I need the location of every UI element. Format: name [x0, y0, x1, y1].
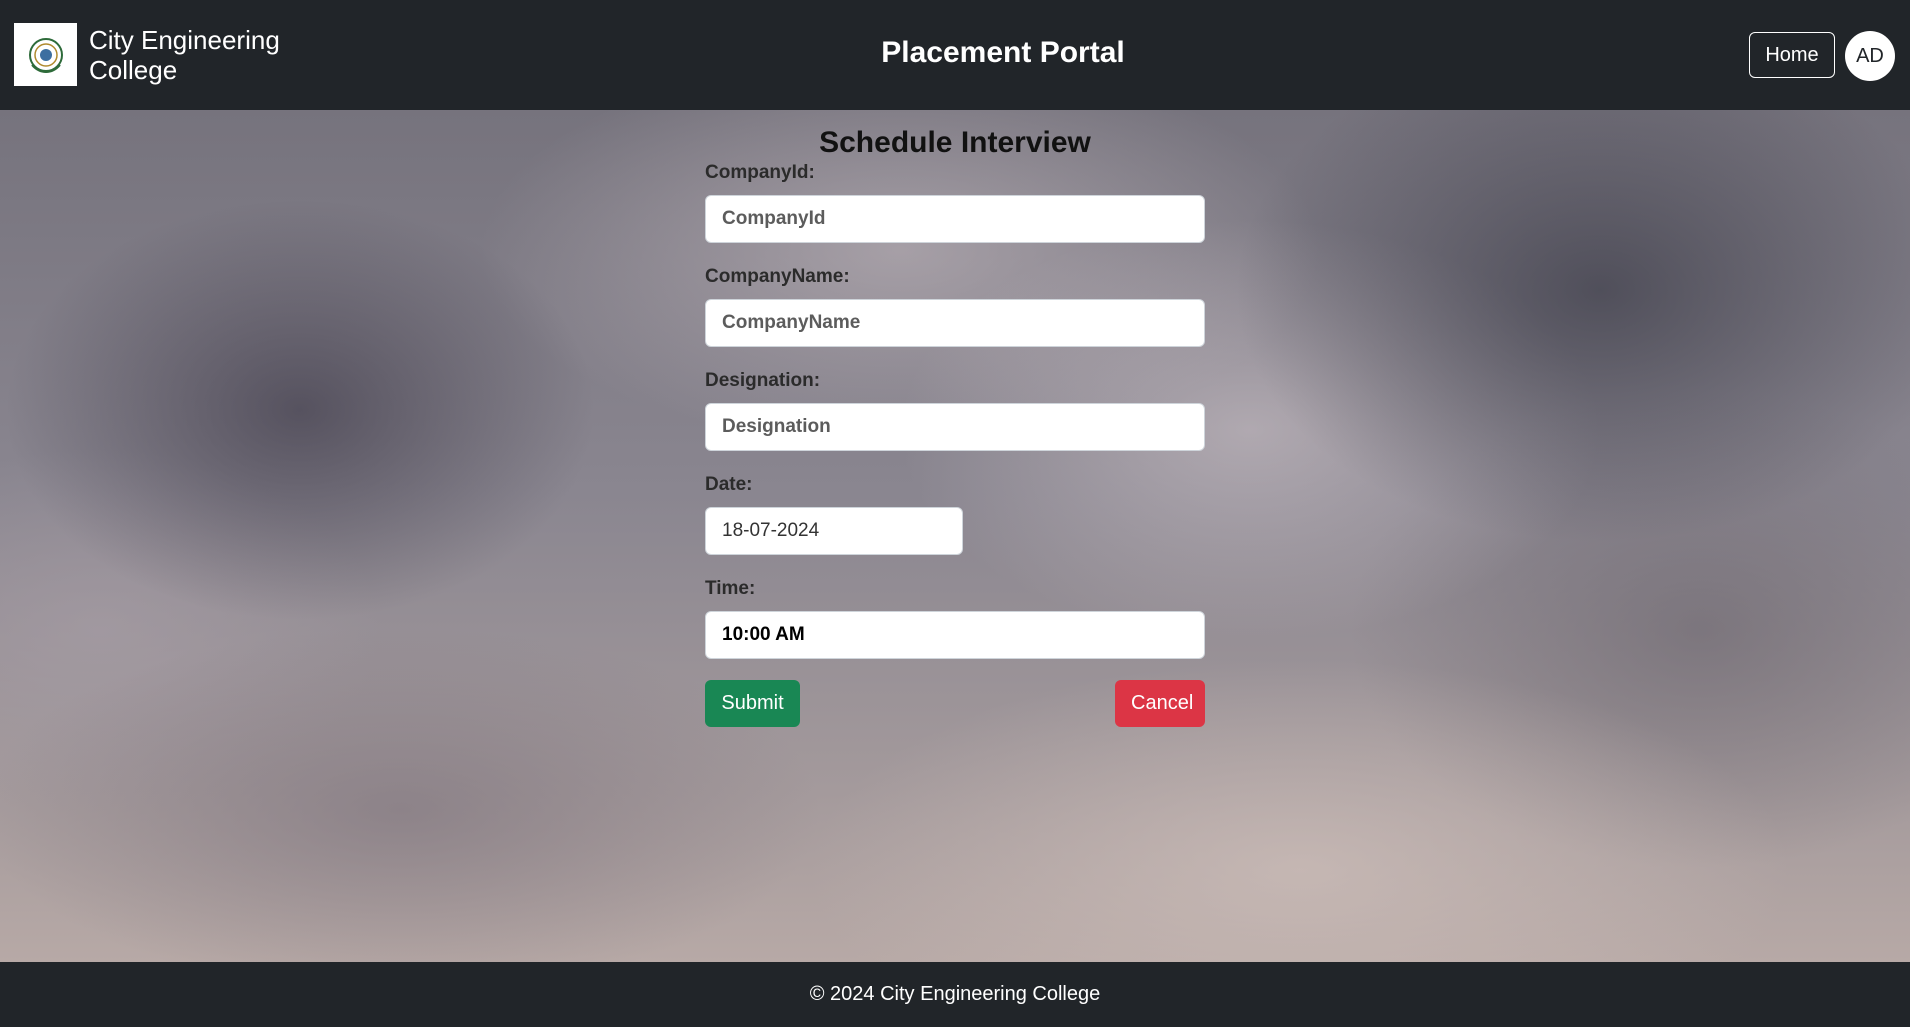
company-name-label: CompanyName: — [705, 266, 850, 287]
time-input[interactable] — [705, 611, 1205, 659]
date-label: Date: — [705, 474, 753, 495]
submit-button[interactable]: Submit — [705, 680, 800, 727]
footer-copyright: © 2024 City Engineering College — [809, 983, 1101, 1005]
footer: © 2024 City Engineering College — [0, 962, 1910, 1027]
date-input[interactable] — [705, 507, 963, 555]
user-avatar[interactable]: AD — [1845, 31, 1895, 81]
company-name-input[interactable] — [705, 299, 1205, 347]
top-navbar: City Engineering College Placement Porta… — [0, 0, 1910, 110]
form-title: Schedule Interview — [819, 126, 1091, 159]
form-actions: Submit Cancel — [705, 680, 1205, 728]
portal-title: Placement Portal — [881, 36, 1125, 69]
cancel-button[interactable]: Cancel — [1115, 680, 1205, 727]
designation-label: Designation: — [705, 370, 821, 391]
main-content: Schedule Interview CompanyId: CompanyNam… — [0, 110, 1910, 962]
time-label: Time: — [705, 578, 756, 599]
home-button[interactable]: Home — [1749, 32, 1835, 78]
designation-input[interactable] — [705, 403, 1205, 451]
schedule-interview-form: Schedule Interview CompanyId: CompanyNam… — [705, 110, 1205, 728]
company-id-input[interactable] — [705, 195, 1205, 243]
company-id-label: CompanyId: — [705, 162, 815, 183]
